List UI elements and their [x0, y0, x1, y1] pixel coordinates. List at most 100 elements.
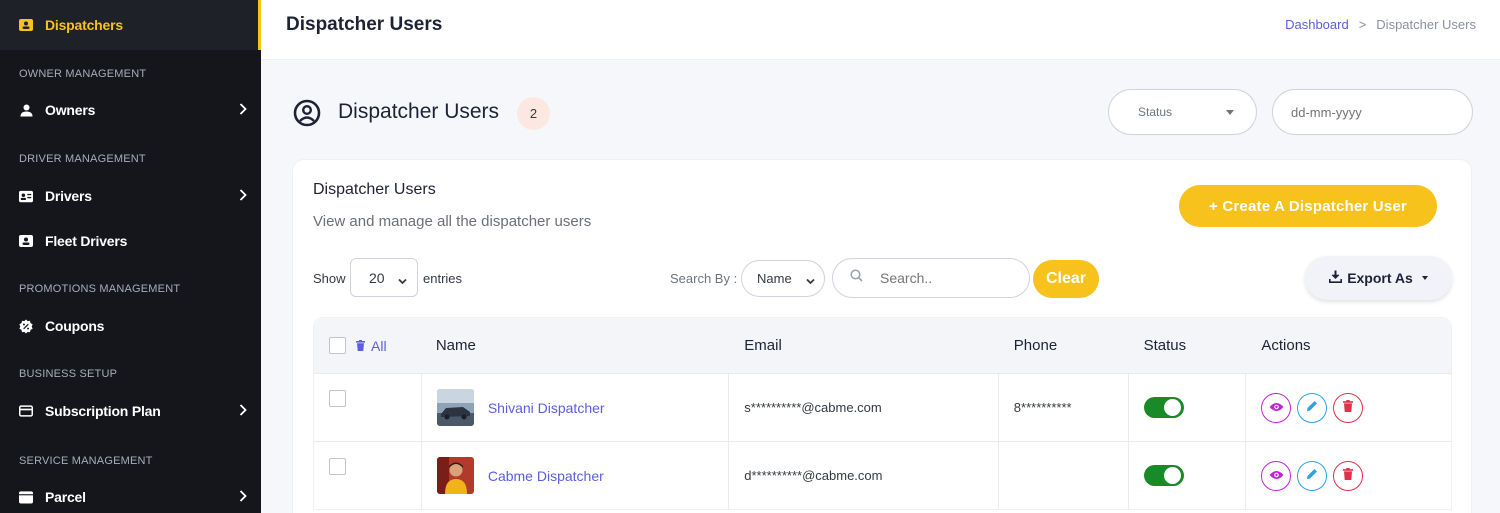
driver-card-icon [19, 189, 33, 203]
section-title: Dispatcher Users [338, 100, 500, 123]
actions-cell [1246, 374, 1451, 441]
status-cell [1129, 442, 1247, 509]
card-subtitle: View and manage all the dispatcher users [313, 213, 592, 230]
row-checkbox[interactable] [329, 390, 346, 407]
entries-value: 20 [369, 269, 385, 286]
id-card-icon [19, 18, 33, 32]
sidebar-item-label: Owners [45, 102, 96, 118]
sidebar-item-parcel[interactable]: Parcel [0, 475, 261, 513]
search-field[interactable] [832, 258, 1030, 298]
select-all-checkbox[interactable] [329, 337, 346, 354]
breadcrumb-separator: > [1358, 17, 1367, 32]
breadcrumb-current: Dispatcher Users [1376, 17, 1476, 32]
phone-cell [999, 442, 1129, 509]
id-card-icon [19, 234, 33, 248]
users-table: All Name Email Phone Status Actions Shiv… [313, 317, 1452, 510]
delete-all-control[interactable]: All [356, 338, 387, 354]
toggle-knob [1163, 399, 1181, 416]
eye-icon [1269, 400, 1284, 415]
user-count-badge: 2 [517, 97, 550, 130]
search-by-value: Name [757, 271, 792, 286]
user-name-link[interactable]: Shivani Dispatcher [488, 400, 605, 416]
chevron-down-icon [398, 272, 407, 288]
view-button[interactable] [1261, 460, 1292, 491]
search-by-select[interactable]: Name [741, 260, 825, 297]
date-filter-input[interactable] [1272, 89, 1473, 135]
sidebar-item-owners[interactable]: Owners [0, 88, 261, 132]
sidebar-item-subscription-plan[interactable]: Subscription Plan [0, 389, 261, 433]
sidebar-item-coupons[interactable]: Coupons [0, 304, 261, 348]
user-icon [19, 103, 33, 117]
entries-per-page-select[interactable]: 20 [350, 258, 418, 297]
sidebar-item-label: Coupons [45, 318, 105, 334]
sidebar-item-label: Fleet Drivers [45, 233, 128, 249]
name-cell: Cabme Dispatcher [422, 442, 730, 509]
search-input[interactable] [880, 270, 1010, 286]
all-label: All [371, 337, 387, 354]
table-row: Cabme Dispatcher d**********@cabme.com [314, 441, 1451, 509]
download-icon [1329, 270, 1343, 286]
view-button[interactable] [1261, 392, 1292, 423]
search-by-label: Search By : [670, 271, 738, 286]
sidebar: Dispatchers OWNER MANAGEMENT Owners DRIV… [0, 0, 261, 513]
trash-icon [1343, 468, 1354, 483]
header-select-cell: All [314, 318, 422, 373]
show-label: Show [313, 271, 346, 286]
delete-button[interactable] [1333, 460, 1364, 491]
toggle-knob [1163, 467, 1181, 484]
row-select-cell [314, 374, 422, 441]
trash-icon [356, 338, 365, 354]
column-header-email: Email [744, 337, 782, 354]
users-card: Dispatcher Users View and manage all the… [292, 159, 1472, 513]
search-icon [850, 269, 863, 287]
status-cell [1129, 374, 1247, 441]
sidebar-section-service: SERVICE MANAGEMENT [19, 455, 153, 467]
row-checkbox[interactable] [329, 458, 346, 475]
export-as-button[interactable]: Export As [1305, 256, 1452, 300]
edit-button[interactable] [1297, 460, 1328, 491]
breadcrumb: Dashboard > Dispatcher Users [1285, 17, 1476, 32]
status-toggle[interactable] [1143, 465, 1184, 486]
sidebar-section-business: BUSINESS SETUP [19, 368, 118, 380]
edit-button[interactable] [1297, 392, 1328, 423]
sidebar-section-promotions: PROMOTIONS MANAGEMENT [19, 283, 181, 295]
page-title: Dispatcher Users [286, 14, 443, 35]
sidebar-item-label: Drivers [45, 188, 92, 204]
pencil-icon [1306, 400, 1318, 415]
row-select-cell [314, 442, 422, 509]
credit-card-icon [19, 404, 33, 418]
sidebar-item-drivers[interactable]: Drivers [0, 174, 261, 218]
clear-button[interactable]: Clear [1033, 260, 1099, 298]
export-label: Export As [1347, 270, 1413, 286]
user-name-link[interactable]: Cabme Dispatcher [488, 468, 604, 484]
caret-down-icon [1226, 110, 1234, 115]
chevron-right-icon [239, 188, 247, 204]
status-filter-select[interactable]: Status [1108, 89, 1257, 135]
delete-button[interactable] [1333, 392, 1364, 423]
table-header-row: All Name Email Phone Status Actions [314, 318, 1451, 373]
status-toggle[interactable] [1143, 397, 1184, 418]
parcel-icon [19, 490, 33, 504]
sidebar-section-owner: OWNER MANAGEMENT [19, 68, 147, 80]
column-header-name: Name [435, 337, 476, 354]
name-cell: Shivani Dispatcher [422, 374, 730, 441]
column-header-actions: Actions [1261, 337, 1311, 354]
chevron-right-icon [239, 403, 247, 419]
chevron-down-icon [806, 273, 815, 288]
breadcrumb-dashboard-link[interactable]: Dashboard [1285, 17, 1349, 32]
phone-cell: 8********** [999, 374, 1129, 441]
sidebar-item-fleet-drivers[interactable]: Fleet Drivers [0, 219, 261, 263]
main-content: Dispatcher Users 2 Status Dispatcher Use… [261, 60, 1500, 513]
column-header-phone: Phone [1013, 337, 1058, 354]
sidebar-item-label: Subscription Plan [45, 403, 161, 419]
email-cell: s**********@cabme.com [729, 374, 999, 441]
chevron-right-icon [239, 489, 247, 505]
column-header-status: Status [1143, 337, 1187, 354]
sidebar-item-dispatchers[interactable]: Dispatchers [0, 0, 261, 50]
create-dispatcher-user-button[interactable]: + Create A Dispatcher User [1179, 185, 1437, 227]
entries-label: entries [423, 271, 463, 286]
avatar [436, 457, 474, 494]
table-row: Shivani Dispatcher s**********@cabme.com… [314, 373, 1451, 441]
card-title: Dispatcher Users [313, 181, 436, 198]
email-cell: d**********@cabme.com [729, 442, 999, 509]
